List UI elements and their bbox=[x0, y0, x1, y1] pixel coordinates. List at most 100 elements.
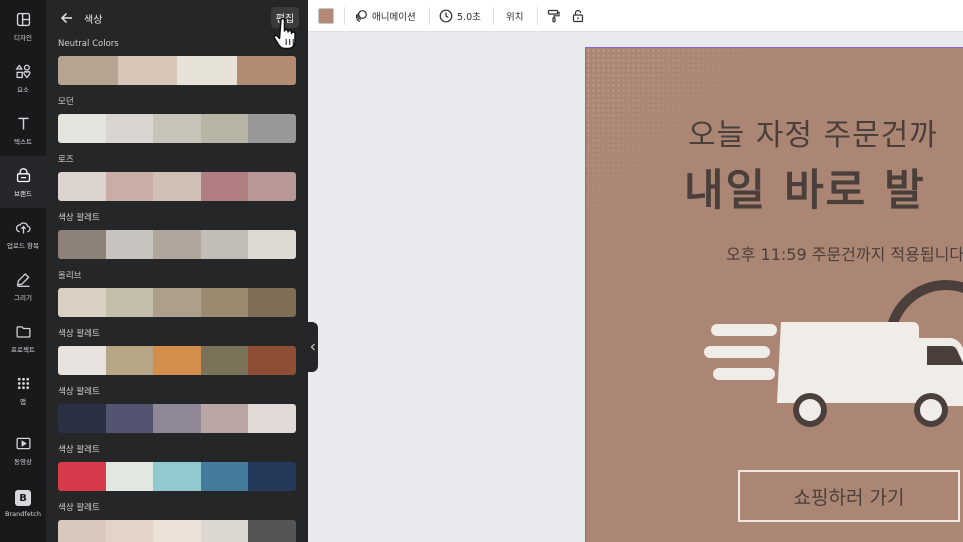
layout-icon bbox=[16, 12, 30, 26]
position-button[interactable]: 위치 bbox=[506, 6, 523, 26]
animate-button[interactable]: 애니메이션 bbox=[354, 6, 416, 26]
color-swatch[interactable] bbox=[200, 520, 249, 542]
rail-item-design[interactable]: 디자인 bbox=[0, 0, 46, 52]
rail-item-brand[interactable]: 브랜드 bbox=[0, 156, 46, 208]
color-swatch[interactable] bbox=[200, 114, 249, 143]
palette[interactable]: 색상 팔레트 bbox=[58, 328, 296, 375]
rail-item-projects[interactable]: 프로젝트 bbox=[0, 312, 46, 364]
color-swatch[interactable] bbox=[105, 172, 154, 201]
rail-item-draw[interactable]: 그리기 bbox=[0, 260, 46, 312]
color-swatch[interactable] bbox=[200, 288, 249, 317]
color-swatch[interactable] bbox=[58, 56, 118, 85]
color-swatch[interactable] bbox=[153, 346, 201, 375]
color-swatch[interactable] bbox=[105, 288, 154, 317]
palette[interactable]: 색상 팔레트 bbox=[58, 444, 296, 491]
palette[interactable]: 색상 팔레트 bbox=[58, 502, 296, 542]
color-swatch[interactable] bbox=[248, 288, 296, 317]
video-icon bbox=[15, 437, 31, 449]
color-swatch-button[interactable] bbox=[318, 8, 334, 24]
rail-item-videos[interactable]: 동영상 bbox=[0, 424, 46, 476]
color-swatch[interactable] bbox=[200, 172, 249, 201]
color-swatch[interactable] bbox=[248, 230, 296, 259]
color-swatch[interactable] bbox=[248, 172, 296, 201]
color-swatch[interactable] bbox=[105, 404, 154, 433]
color-swatch[interactable] bbox=[117, 56, 177, 85]
palette-swatches[interactable] bbox=[58, 288, 296, 317]
rail-item-text[interactable]: 텍스트 bbox=[0, 104, 46, 156]
color-swatch[interactable] bbox=[177, 56, 237, 85]
rail-item-brandfetch[interactable]: B Brandfetch bbox=[0, 478, 46, 530]
upload-icon bbox=[15, 221, 31, 233]
rail-item-elements[interactable]: 요소 bbox=[0, 52, 46, 104]
color-swatch[interactable] bbox=[236, 56, 296, 85]
color-swatch[interactable] bbox=[200, 462, 249, 491]
palette[interactable]: 모던 bbox=[58, 96, 296, 143]
color-swatch[interactable] bbox=[248, 114, 296, 143]
paint-roller-icon bbox=[547, 9, 560, 23]
palette-swatches[interactable] bbox=[58, 346, 296, 375]
color-swatch[interactable] bbox=[105, 462, 154, 491]
color-swatch[interactable] bbox=[153, 172, 201, 201]
color-swatch[interactable] bbox=[105, 346, 154, 375]
color-swatch[interactable] bbox=[58, 114, 106, 143]
color-swatch[interactable] bbox=[58, 520, 106, 542]
rail-item-uploads[interactable]: 업로드 항목 bbox=[0, 208, 46, 260]
color-swatch[interactable] bbox=[153, 230, 201, 259]
shop-button[interactable]: 쇼핑하러 가기 bbox=[738, 470, 960, 522]
palette-swatches[interactable] bbox=[58, 404, 296, 433]
color-swatch[interactable] bbox=[105, 230, 154, 259]
subtitle-text[interactable]: 오후 11:59 주문건까지 적용됩니다 bbox=[726, 241, 963, 265]
palette[interactable]: Neutral Colors bbox=[58, 38, 296, 85]
copy-style-button[interactable] bbox=[547, 6, 565, 26]
color-swatch[interactable] bbox=[105, 114, 154, 143]
palette[interactable]: 로즈 bbox=[58, 154, 296, 201]
palette[interactable]: 올리브 bbox=[58, 270, 296, 317]
palette-swatches[interactable] bbox=[58, 520, 296, 542]
delivery-truck-icon[interactable] bbox=[701, 276, 963, 436]
palette-swatches[interactable] bbox=[58, 114, 296, 143]
palette-swatches[interactable] bbox=[58, 462, 296, 491]
text-icon bbox=[17, 117, 29, 129]
rail-item-apps[interactable]: 앱 bbox=[0, 364, 46, 416]
rail-label-projects: 프로젝트 bbox=[11, 345, 35, 354]
chevron-left-icon bbox=[310, 343, 315, 351]
lock-button[interactable] bbox=[571, 6, 589, 26]
panel-collapse-handle[interactable] bbox=[308, 322, 318, 372]
color-swatch[interactable] bbox=[248, 404, 296, 433]
color-swatch[interactable] bbox=[153, 462, 201, 491]
color-swatch[interactable] bbox=[153, 520, 201, 542]
color-swatch[interactable] bbox=[248, 346, 296, 375]
color-swatch[interactable] bbox=[58, 462, 106, 491]
color-swatch[interactable] bbox=[105, 520, 154, 542]
color-swatch[interactable] bbox=[58, 404, 106, 433]
rail-label-text: 텍스트 bbox=[14, 137, 32, 146]
color-swatch[interactable] bbox=[153, 288, 201, 317]
color-swatch[interactable] bbox=[200, 404, 249, 433]
brandfetch-icon: B bbox=[15, 490, 31, 506]
rail-label-brand: 브랜드 bbox=[14, 189, 32, 198]
color-swatch[interactable] bbox=[153, 404, 201, 433]
palette[interactable]: 색상 팔레트 bbox=[58, 386, 296, 433]
color-swatch[interactable] bbox=[200, 230, 249, 259]
color-swatch[interactable] bbox=[248, 520, 296, 542]
headline-line2[interactable]: 내일 바로 발 bbox=[684, 156, 926, 218]
palette-swatches[interactable] bbox=[58, 230, 296, 259]
headline-line1[interactable]: 오늘 자정 주문건까 bbox=[688, 110, 938, 154]
color-swatch[interactable] bbox=[200, 346, 249, 375]
design-page[interactable]: 오늘 자정 주문건까 내일 바로 발 오후 11:59 주문건까지 적용됩니다 … bbox=[585, 47, 963, 542]
color-swatch[interactable] bbox=[58, 288, 106, 317]
palette-swatches[interactable] bbox=[58, 56, 296, 85]
color-swatch[interactable] bbox=[153, 114, 201, 143]
palette[interactable]: 색상 팔레트 bbox=[58, 212, 296, 259]
draw-icon bbox=[16, 272, 30, 287]
palette-swatches[interactable] bbox=[58, 172, 296, 201]
duration-button[interactable]: 5.0초 bbox=[439, 6, 481, 26]
color-swatch[interactable] bbox=[58, 172, 106, 201]
color-swatch[interactable] bbox=[248, 462, 296, 491]
color-swatch[interactable] bbox=[58, 346, 106, 375]
palette-name: 색상 팔레트 bbox=[58, 213, 100, 223]
rail-label-videos: 동영상 bbox=[14, 457, 32, 466]
back-arrow-icon[interactable] bbox=[59, 10, 75, 26]
toolbar-divider bbox=[537, 7, 538, 25]
color-swatch[interactable] bbox=[58, 230, 106, 259]
